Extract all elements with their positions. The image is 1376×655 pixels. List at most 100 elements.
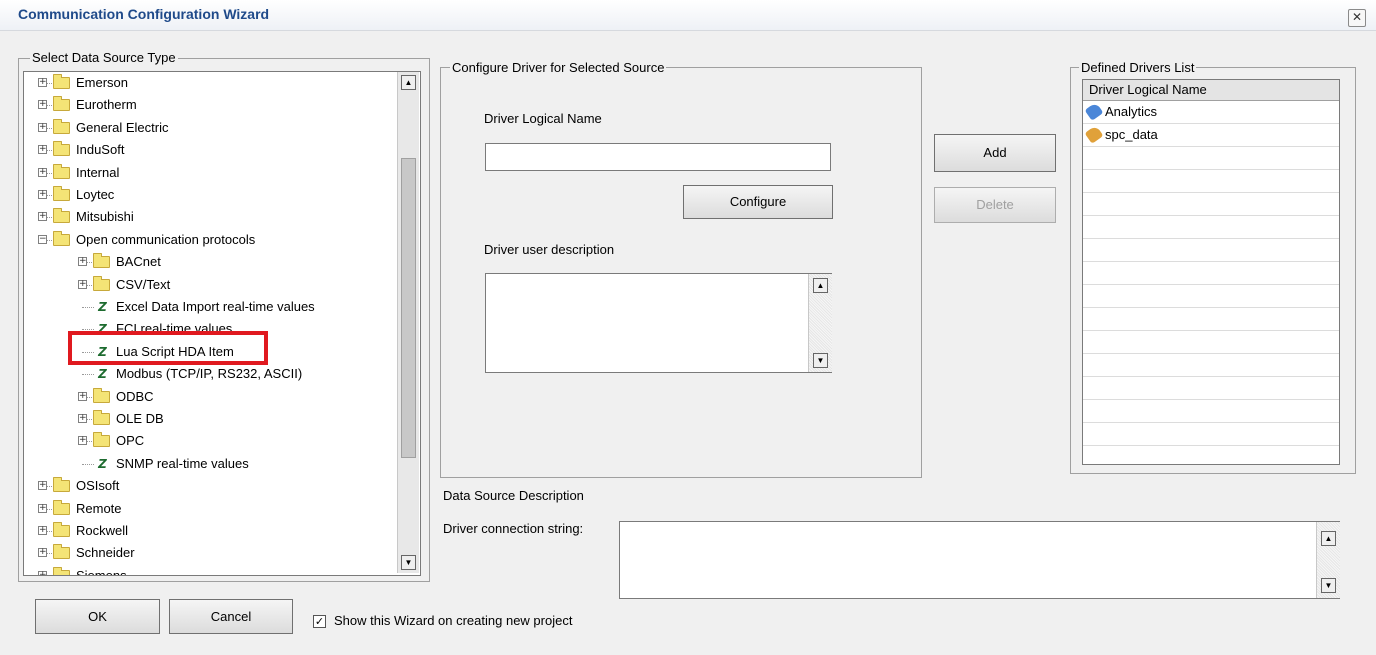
tree-item[interactable]: + Eurotherm [24, 94, 396, 116]
expand-icon[interactable]: + [38, 145, 47, 155]
tree-connector [47, 486, 52, 488]
folder-icon [53, 74, 70, 89]
tree-item[interactable]: + Mitsubishi [24, 206, 396, 228]
tree-item[interactable]: + Siemens [24, 565, 396, 575]
connection-scrollbar[interactable]: ▲ ▼ [1316, 522, 1340, 598]
description-scroll-up[interactable]: ▲ [813, 278, 828, 293]
folder-icon [53, 118, 70, 134]
tree-connector [47, 553, 52, 555]
expand-icon[interactable]: + [78, 414, 87, 423]
tree-item-label: Eurotherm [76, 97, 137, 113]
driver-list-row[interactable]: Analytics [1083, 101, 1339, 124]
tree-item-label: BACnet [116, 254, 161, 270]
delete-button[interactable]: Delete [934, 187, 1056, 223]
connection-scroll-down[interactable]: ▼ [1321, 578, 1336, 593]
database-tag-icon [1084, 125, 1104, 144]
expand-icon[interactable]: + [38, 503, 47, 513]
tree-item-label: General Electric [76, 119, 169, 135]
empty-list-row [1083, 446, 1339, 464]
scroll-thumb[interactable] [401, 158, 416, 458]
expand-icon[interactable]: + [78, 391, 87, 401]
tree-item-label: Schneider [76, 545, 135, 561]
folder-icon [53, 499, 70, 515]
logical-name-input[interactable] [485, 143, 831, 171]
driver-icon: Z [98, 300, 107, 314]
expand-icon[interactable]: + [38, 100, 47, 110]
add-button[interactable]: Add [934, 134, 1056, 172]
tree-item[interactable]: Z Modbus (TCP/IP, RS232, ASCII) [24, 363, 396, 385]
folder-icon [53, 96, 70, 112]
folder-icon [53, 566, 70, 575]
empty-list-row [1083, 170, 1339, 193]
drivers-list-header[interactable]: Driver Logical Name [1083, 80, 1339, 101]
expand-icon[interactable]: + [78, 279, 87, 289]
expand-icon[interactable]: + [38, 167, 47, 177]
close-icon[interactable]: ✕ [1348, 9, 1366, 27]
ok-button[interactable]: OK [35, 599, 160, 634]
scroll-up-button[interactable]: ▲ [401, 75, 416, 90]
tree-item[interactable]: + Rockwell [24, 520, 396, 542]
folder-icon [93, 253, 110, 269]
folder-icon [93, 432, 110, 448]
expand-icon[interactable]: + [78, 257, 87, 267]
tree-connector [87, 441, 92, 443]
expand-icon[interactable]: + [38, 78, 47, 87]
tree-item[interactable]: + ODBC [24, 386, 396, 408]
tree-item-label: OPC [116, 433, 145, 449]
configure-button[interactable]: Configure [683, 185, 833, 219]
tree-item[interactable]: + General Electric [24, 117, 396, 139]
empty-list-row [1083, 216, 1339, 239]
description-scroll-down[interactable]: ▼ [813, 353, 828, 368]
connection-string-field[interactable]: ▲ ▼ [619, 521, 1340, 599]
empty-list-row [1083, 354, 1339, 377]
configure-driver-group-label: Configure Driver for Selected Source [450, 60, 667, 75]
show-wizard-label[interactable]: Show this Wizard on creating new project [334, 613, 572, 628]
description-label: Driver user description [484, 242, 615, 257]
cancel-button[interactable]: Cancel [169, 599, 293, 634]
connection-scroll-up[interactable]: ▲ [1321, 531, 1336, 546]
expand-icon[interactable]: + [38, 212, 47, 222]
tree-item[interactable]: + Emerson [24, 72, 396, 94]
description-textarea[interactable]: ▲ ▼ [485, 273, 832, 373]
tree-item[interactable]: + InduSoft [24, 139, 396, 161]
expand-icon[interactable]: + [38, 570, 47, 575]
drivers-list[interactable]: Driver Logical Name Analytics spc_data [1082, 79, 1340, 465]
tree-item[interactable]: Z SNMP real-time values [24, 453, 396, 475]
tree-item-label: CSV/Text [116, 276, 171, 292]
source-tree[interactable]: + Emerson + Eurotherm + General Electric + Indu… [23, 71, 421, 576]
tree-connector [47, 239, 52, 241]
tree-item[interactable]: + CSV/Text [24, 274, 396, 296]
tree-item[interactable]: + BACnet [24, 251, 396, 273]
tree-scrollbar[interactable]: ▲ ▼ [397, 72, 419, 573]
tree-item[interactable]: + Remote [24, 498, 396, 520]
tree-item[interactable]: + Internal [24, 162, 396, 184]
tree-connector [47, 195, 52, 196]
source-type-group-label: Select Data Source Type [30, 50, 178, 65]
expand-icon[interactable]: + [78, 436, 87, 446]
data-source-description-label: Data Source Description [443, 488, 584, 503]
description-scrollbar[interactable]: ▲ ▼ [808, 274, 832, 372]
drivers-list-rows: Analytics spc_data [1083, 101, 1339, 464]
expand-icon[interactable]: + [38, 481, 47, 491]
empty-list-row [1083, 147, 1339, 170]
folder-icon [53, 163, 70, 179]
scroll-down-button[interactable]: ▼ [401, 555, 416, 570]
tree-item[interactable]: + Schneider [24, 542, 396, 564]
collapse-icon[interactable]: − [38, 234, 47, 244]
tree-item-label: ODBC [116, 388, 154, 404]
expand-icon[interactable]: + [38, 190, 47, 199]
show-wizard-checkbox[interactable]: ✓ [313, 615, 326, 628]
driver-list-row[interactable]: spc_data [1083, 124, 1339, 147]
tree-item-label: Loytec [76, 187, 115, 202]
expand-icon[interactable]: + [38, 122, 47, 132]
tree-item[interactable]: + OLE DB [24, 408, 396, 430]
expand-icon[interactable]: + [38, 526, 47, 535]
tree-item[interactable]: Z Excel Data Import real-time values [24, 296, 396, 318]
tree-item[interactable]: + OPC [24, 430, 396, 452]
tree-item[interactable]: + OSIsoft [24, 475, 396, 497]
tree-connector [47, 217, 52, 219]
folder-icon [93, 387, 110, 403]
tree-item[interactable]: − Open communication protocols [24, 229, 396, 251]
tree-item[interactable]: + Loytec [24, 184, 396, 206]
expand-icon[interactable]: + [38, 548, 47, 558]
